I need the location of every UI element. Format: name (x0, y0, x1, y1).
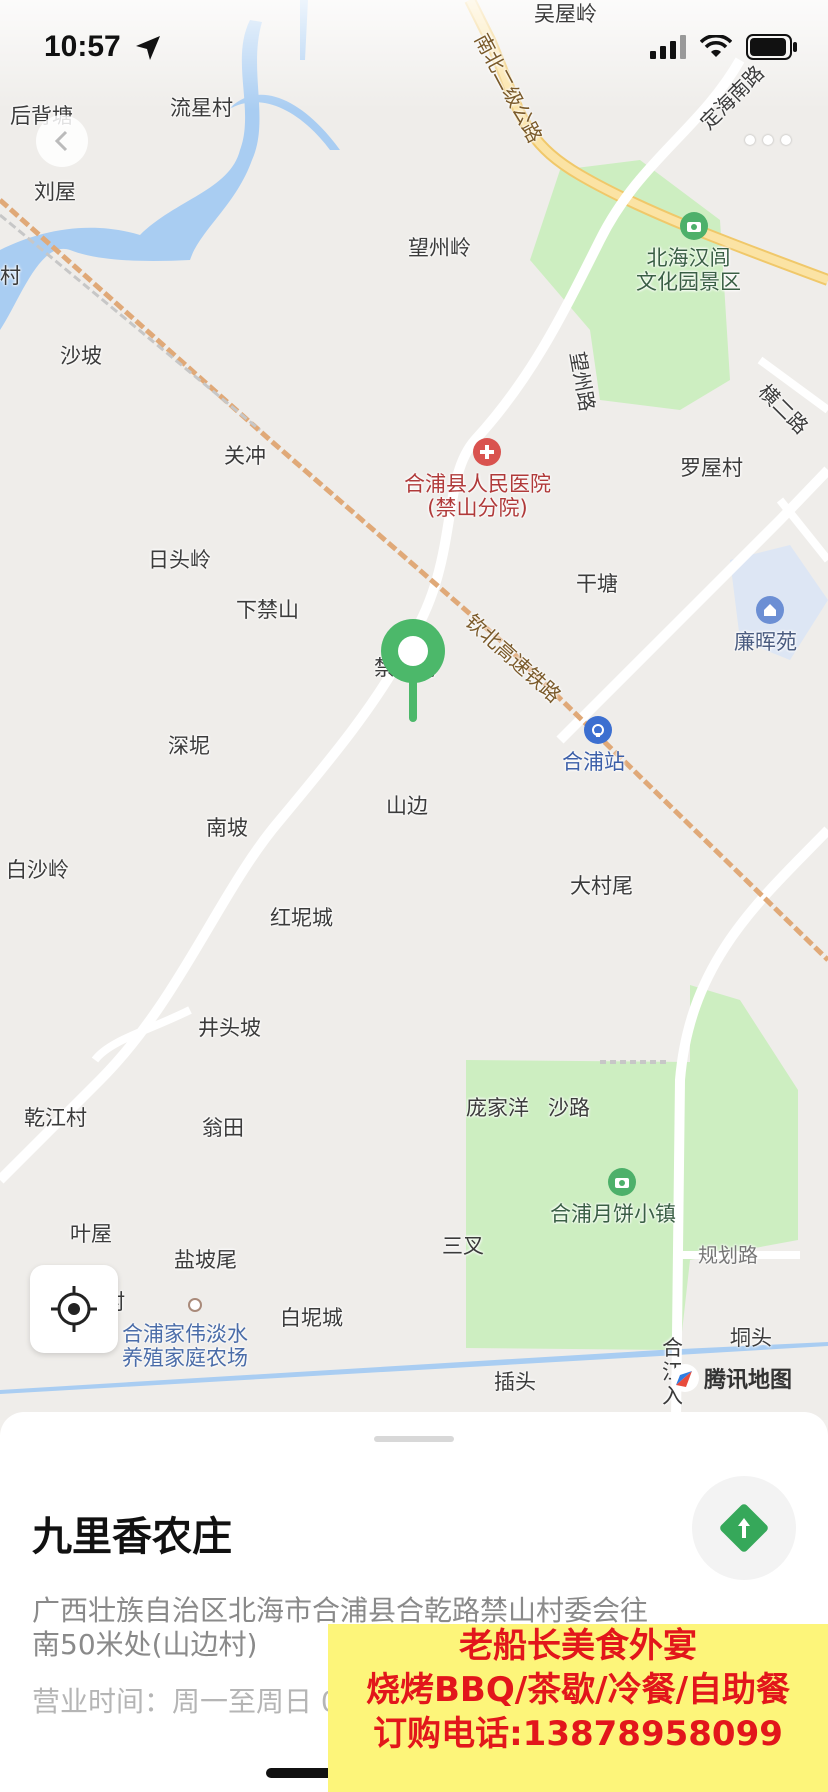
poi-station-label[interactable]: 合浦站 (562, 750, 625, 774)
back-button[interactable] (36, 115, 88, 167)
ad-line-3: 订购电话:13878958099 (373, 1714, 783, 1754)
navigate-button[interactable] (692, 1476, 796, 1580)
map-label: 日头岭 (148, 548, 211, 572)
map-label: 望州岭 (408, 236, 471, 260)
ad-line-1: 老船长美食外宴 (459, 1626, 697, 1666)
map-label: 村 (0, 264, 21, 288)
map-label: 关冲 (224, 444, 266, 468)
map-label: 南坡 (206, 816, 248, 840)
location-pin-icon[interactable] (380, 618, 446, 724)
farm-dot-icon[interactable] (188, 1298, 202, 1312)
map-label: 庞家洋 (466, 1096, 529, 1120)
camera-icon[interactable] (608, 1168, 636, 1196)
wifi-icon (700, 35, 732, 57)
place-name: 九里香农庄 (32, 1514, 232, 1560)
map-label: 白沙岭 (6, 858, 69, 882)
sheet-drag-handle[interactable] (374, 1436, 454, 1442)
poi-hospital-label[interactable]: 合浦县人民医院 (禁山分院) (404, 472, 551, 520)
status-icons (650, 34, 798, 60)
map-label: 白坭城 (280, 1306, 343, 1330)
chevron-left-icon (54, 130, 68, 152)
poi-lianhuiyuan-label[interactable]: 廉晖苑 (734, 630, 797, 654)
park-area-south (466, 985, 798, 1350)
poi-farm-label[interactable]: 合浦家伟淡水 养殖家庭农场 (122, 1322, 248, 1370)
map-label: 大村尾 (570, 874, 633, 898)
hospital-icon[interactable] (473, 438, 501, 466)
cellular-signal-icon (650, 35, 686, 59)
locate-me-button[interactable] (30, 1265, 118, 1353)
map-label: 沙路 (548, 1096, 590, 1120)
poi-scenic-label[interactable]: 北海汉闾 文化园景区 (636, 246, 741, 294)
ad-banner[interactable]: 老船长美食外宴 烧烤BBQ/茶歇/冷餐/自助餐 订购电话:13878958099 (328, 1624, 828, 1792)
map-label: 山边 (386, 794, 428, 818)
map-label: 干塘 (576, 572, 618, 596)
status-bar: 10:57 (0, 0, 828, 100)
map-label: 乾江村 (24, 1106, 87, 1130)
map-label: 插头 (494, 1370, 536, 1394)
status-time: 10:57 (44, 30, 121, 63)
map-label: 深坭 (168, 734, 210, 758)
crosshair-icon (51, 1286, 97, 1332)
map-label: 井头坡 (198, 1016, 261, 1040)
route-direction-icon (720, 1504, 768, 1552)
poi-mooncake-label[interactable]: 合浦月饼小镇 (550, 1202, 676, 1226)
dot-icon (781, 135, 791, 145)
map-label: 罗屋村 (680, 456, 743, 480)
dot-icon (745, 135, 755, 145)
map-label: 下禁山 (236, 598, 299, 622)
map-label: 刘屋 (34, 180, 76, 204)
map-brand-logo: 腾讯地图 (670, 1362, 792, 1394)
road-label: 规划路 (698, 1243, 758, 1267)
dot-icon (763, 135, 773, 145)
battery-icon (746, 34, 797, 60)
map-label: 叶屋 (70, 1222, 112, 1246)
map-label: 合 (662, 1336, 683, 1360)
map-label: 盐坡尾 (174, 1248, 237, 1272)
camera-icon[interactable] (680, 212, 708, 240)
ad-line-2: 烧烤BBQ/茶歇/冷餐/自助餐 (366, 1670, 790, 1710)
brand-label: 腾讯地图 (704, 1368, 793, 1393)
map-label: 红坭城 (270, 906, 333, 930)
more-options-button[interactable] (738, 128, 798, 152)
train-station-icon[interactable] (584, 716, 612, 744)
map-label: 沙坡 (60, 344, 102, 368)
tencent-map-icon (671, 1364, 699, 1392)
map-view[interactable]: 吴屋岭 后背塘 流星村 刘屋 村 望州岭 沙坡 关冲 日头岭 下禁山 禁山村 深… (0, 0, 828, 1420)
map-label: 三叉 (442, 1234, 484, 1258)
map-label: 垌头 (730, 1326, 772, 1350)
location-arrow-icon (136, 36, 160, 60)
residence-icon[interactable] (756, 596, 784, 624)
map-label: 翁田 (202, 1116, 244, 1140)
